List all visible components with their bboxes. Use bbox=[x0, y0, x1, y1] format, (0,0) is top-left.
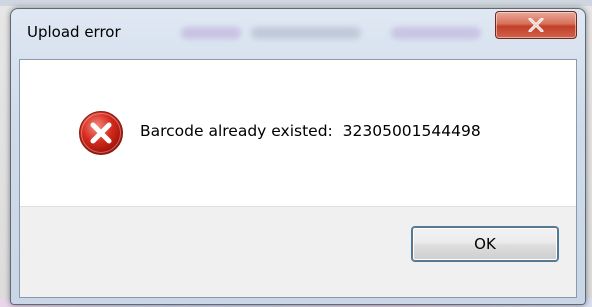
ok-button[interactable]: OK bbox=[412, 227, 558, 261]
close-icon bbox=[528, 18, 544, 32]
dialog-client-area: Barcode already existed: 32305001544498 … bbox=[19, 59, 577, 298]
message-area: Barcode already existed: 32305001544498 bbox=[20, 60, 576, 206]
close-button[interactable] bbox=[495, 11, 577, 39]
title-blur-artifact bbox=[391, 27, 481, 39]
upload-error-dialog: Upload error Barcode already existed: 32… bbox=[10, 8, 586, 305]
title-blur-artifact bbox=[181, 27, 241, 39]
background-strip bbox=[0, 0, 592, 6]
barcode-value: 32305001544498 bbox=[342, 122, 481, 140]
dialog-title: Upload error bbox=[27, 23, 121, 41]
error-icon bbox=[79, 111, 123, 155]
dialog-titlebar[interactable]: Upload error bbox=[11, 9, 585, 59]
error-message-label: Barcode already existed: bbox=[140, 122, 333, 140]
error-message: Barcode already existed: 32305001544498 bbox=[140, 122, 481, 140]
button-area: OK bbox=[20, 206, 576, 297]
title-blur-artifact bbox=[251, 27, 361, 39]
